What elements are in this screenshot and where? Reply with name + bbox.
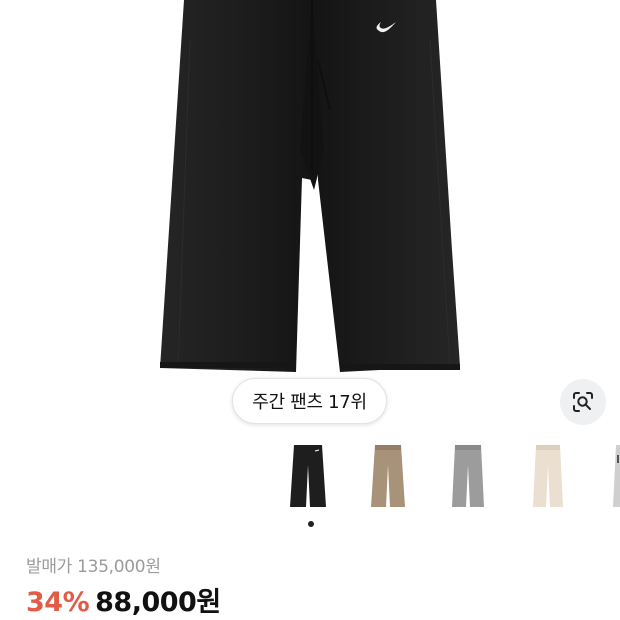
thumbnail-cream[interactable] [516,438,580,514]
thumbnail-khaki[interactable] [356,438,420,514]
thumbnail-grey[interactable] [436,438,500,514]
visual-search-icon [573,392,593,412]
visual-search-button[interactable] [560,379,606,425]
original-price: 발매가 135,000원 [26,557,161,577]
thumbnail-black[interactable] [276,438,340,514]
color-thumbnails [276,438,620,518]
weekly-rank-badge[interactable]: 주간 팬츠 17위 [232,378,387,424]
pants-thumbnail-icon [371,445,405,507]
pants-thumbnail-icon [533,445,563,507]
thumbnail-light-grey[interactable] [596,438,620,514]
gallery-active-indicator [308,521,314,527]
pants-thumbnail-icon [290,445,326,507]
price-row: 34% 88,000원 [26,580,221,619]
pants-thumbnail-icon [613,445,620,507]
discount-rate: 34% [26,587,90,618]
pants-illustration [160,0,460,372]
sale-price: 88,000원 [95,587,221,618]
pants-thumbnail-icon [452,445,484,507]
rank-label: 주간 팬츠 17위 [252,392,367,413]
product-hero-image[interactable] [0,0,620,380]
